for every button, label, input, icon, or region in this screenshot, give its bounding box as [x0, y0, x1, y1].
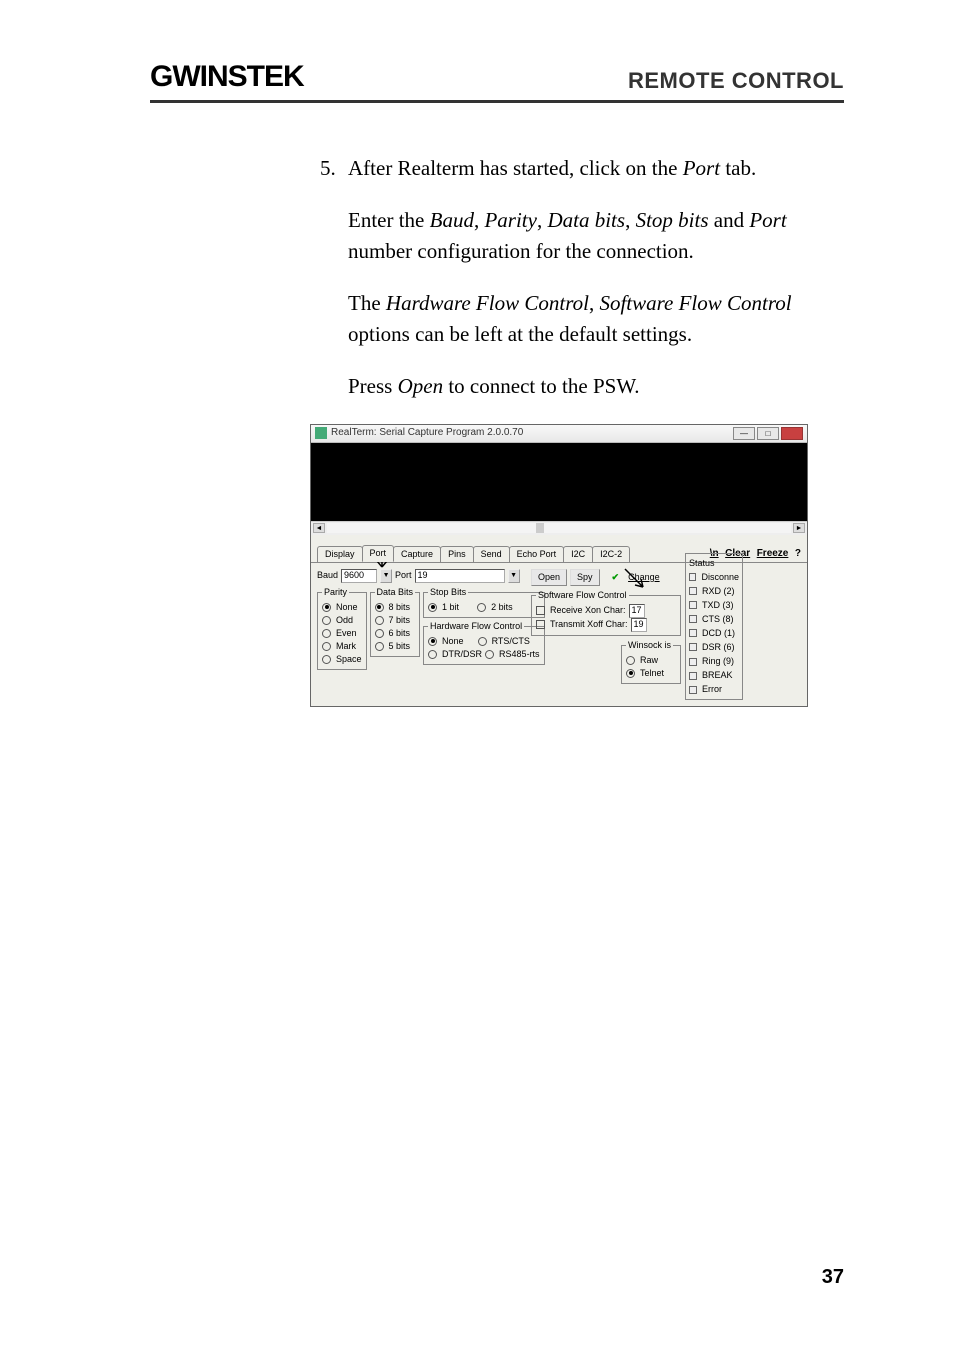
page-number: 37 [822, 1266, 844, 1289]
xoff-input[interactable]: 19 [631, 618, 647, 632]
tab-i2c2[interactable]: I2C-2 [592, 546, 630, 562]
databits-7[interactable] [375, 616, 384, 625]
parity-mark[interactable] [322, 642, 331, 651]
parity-group: Parity None Odd Even Mark Space [317, 586, 367, 670]
baud-label: Baud [317, 569, 338, 582]
baud-input[interactable]: 9600 [341, 569, 377, 583]
led-break [689, 672, 697, 680]
led-dcd [689, 629, 697, 637]
port-input[interactable]: 19 [415, 569, 505, 583]
led-error [689, 686, 697, 694]
terminal-area[interactable] [311, 443, 807, 521]
winsock-telnet[interactable] [626, 669, 635, 678]
tab-port[interactable]: Port [362, 545, 395, 562]
winsock-group: Winsock is Raw Telnet [621, 639, 681, 684]
hwflow-none[interactable] [428, 637, 437, 646]
realterm-window: RealTerm: Serial Capture Program 2.0.0.7… [310, 424, 808, 708]
tab-pins[interactable]: Pins [440, 546, 474, 562]
minimize-button[interactable]: — [733, 427, 755, 440]
spy-button[interactable]: Spy [570, 569, 600, 586]
maximize-button[interactable]: □ [757, 427, 779, 440]
winsock-raw[interactable] [626, 656, 635, 665]
led-dsr [689, 643, 697, 651]
horizontal-scrollbar[interactable]: ◄ ► [311, 521, 807, 535]
tab-echoport[interactable]: Echo Port [509, 546, 565, 562]
port-label: Port [395, 569, 412, 582]
scroll-left-icon[interactable]: ◄ [313, 523, 325, 533]
em-port: Port [683, 156, 720, 180]
swflow-tx-check[interactable] [536, 620, 545, 629]
databits-8[interactable] [375, 603, 384, 612]
open-button[interactable]: Open [531, 569, 567, 586]
freeze-button[interactable]: Freeze [757, 548, 789, 559]
parity-even[interactable] [322, 629, 331, 638]
brand-logo: GWINSTEK [150, 60, 304, 94]
xon-input[interactable]: 17 [629, 604, 645, 618]
swflow-group: Software Flow Control Receive Xon Char:1… [531, 589, 681, 636]
baud-dropdown-icon[interactable]: ▼ [380, 569, 392, 583]
parity-none[interactable] [322, 603, 331, 612]
close-button[interactable] [781, 427, 803, 440]
app-icon [315, 427, 327, 439]
tab-i2c[interactable]: I2C [563, 546, 593, 562]
led-rxd [689, 587, 697, 595]
led-disconnect [689, 573, 696, 581]
stopbits-2[interactable] [477, 603, 486, 612]
stopbits-1[interactable] [428, 603, 437, 612]
port-dropdown-icon[interactable]: ▼ [508, 569, 520, 583]
step-number: 5. [320, 153, 348, 183]
led-txd [689, 601, 697, 609]
databits-5[interactable] [375, 642, 384, 651]
hwflow-group: Hardware Flow Control None RTS/CTS DTR/D… [423, 620, 545, 665]
change-button[interactable]: Change [622, 570, 666, 585]
led-cts [689, 615, 697, 623]
check-icon: ✔ [612, 571, 620, 584]
parity-space[interactable] [322, 655, 331, 664]
tab-display[interactable]: Display [317, 546, 363, 562]
hwflow-rs485[interactable] [485, 650, 494, 659]
section-header: REMOTE CONTROL [628, 68, 844, 94]
scroll-right-icon[interactable]: ► [793, 523, 805, 533]
tab-capture[interactable]: Capture [393, 546, 441, 562]
hwflow-dtrdsr[interactable] [428, 650, 437, 659]
tab-send[interactable]: Send [473, 546, 510, 562]
help-button[interactable]: ? [795, 548, 801, 559]
status-panel: Status Disconne RXD (2) TXD (3) CTS (8) … [685, 553, 743, 700]
step-text: After Realterm has started, click on the [348, 156, 683, 180]
parity-odd[interactable] [322, 616, 331, 625]
databits-6[interactable] [375, 629, 384, 638]
databits-group: Data Bits 8 bits 7 bits 6 bits 5 bits [370, 586, 421, 657]
titlebar[interactable]: RealTerm: Serial Capture Program 2.0.0.7… [311, 425, 807, 443]
swflow-rx-check[interactable] [536, 606, 545, 615]
window-title: RealTerm: Serial Capture Program 2.0.0.7… [331, 426, 731, 441]
stopbits-group: Stop Bits 1 bit 2 bits [423, 586, 545, 618]
hwflow-rtscts[interactable] [478, 637, 487, 646]
led-ring [689, 658, 697, 666]
